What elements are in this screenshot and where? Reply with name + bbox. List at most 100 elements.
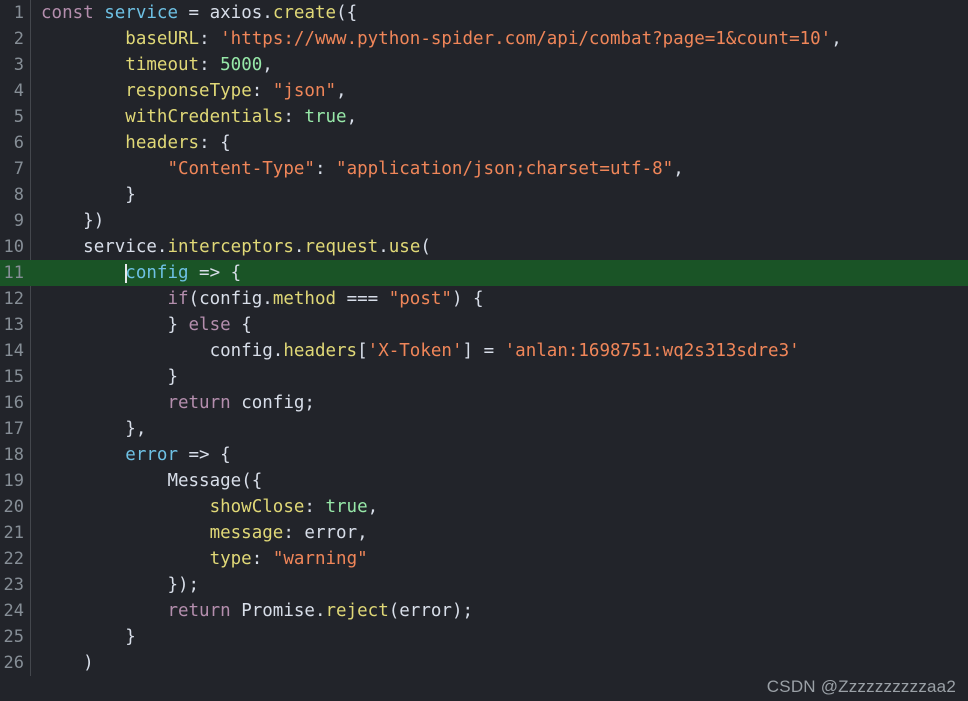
code-line-highlighted[interactable]: 11 config => { bbox=[0, 260, 968, 286]
code-line[interactable]: 10 service.interceptors.request.use( bbox=[0, 234, 968, 260]
code-line[interactable]: 13 } else { bbox=[0, 312, 968, 338]
code-line[interactable]: 1 const service = axios.create({ bbox=[0, 0, 968, 26]
line-content[interactable]: config => { bbox=[31, 260, 968, 286]
line-content[interactable]: } bbox=[31, 624, 968, 650]
line-content[interactable]: Message({ bbox=[31, 468, 968, 494]
line-content[interactable]: withCredentials: true, bbox=[31, 104, 968, 130]
token-identifier: config; bbox=[230, 393, 315, 413]
line-content[interactable]: type: "warning" bbox=[31, 546, 968, 572]
token-dot: . bbox=[272, 341, 284, 361]
code-line[interactable]: 3 timeout: 5000, bbox=[0, 52, 968, 78]
line-content[interactable]: }); bbox=[31, 572, 968, 598]
token-punct: ({ bbox=[336, 3, 358, 23]
line-number: 7 bbox=[13, 159, 24, 179]
line-number: 10 bbox=[3, 237, 24, 257]
line-content[interactable]: showClose: true, bbox=[31, 494, 968, 520]
token-parameter: config bbox=[125, 263, 189, 283]
token-punct: } bbox=[167, 367, 178, 387]
line-number: 4 bbox=[13, 81, 24, 101]
line-content[interactable]: ) bbox=[31, 650, 968, 676]
token-boolean: true bbox=[325, 497, 368, 517]
code-line[interactable]: 6 headers: { bbox=[0, 130, 968, 156]
token-object: axios bbox=[209, 3, 263, 23]
token-bracket: [ bbox=[357, 341, 368, 361]
line-content[interactable]: return config; bbox=[31, 390, 968, 416]
code-line[interactable]: 17 }, bbox=[0, 416, 968, 442]
line-content[interactable]: } bbox=[31, 364, 968, 390]
line-content[interactable]: return Promise.reject(error); bbox=[31, 598, 968, 624]
line-content[interactable]: error => { bbox=[31, 442, 968, 468]
token-key: timeout bbox=[125, 55, 200, 75]
token-punct: , bbox=[357, 523, 368, 543]
code-line[interactable]: 8 } bbox=[0, 182, 968, 208]
code-line[interactable]: 24 return Promise.reject(error); bbox=[0, 598, 968, 624]
code-line[interactable]: 25 } bbox=[0, 624, 968, 650]
line-content[interactable]: headers: { bbox=[31, 130, 968, 156]
token-key: baseURL bbox=[125, 29, 200, 49]
token-brace: } bbox=[167, 315, 189, 335]
token-bracket: ] bbox=[462, 341, 474, 361]
token-parameter: error bbox=[125, 445, 178, 465]
line-content[interactable]: service.interceptors.request.use( bbox=[31, 234, 968, 260]
code-line[interactable]: 21 message: error, bbox=[0, 520, 968, 546]
token-keyword: return bbox=[167, 601, 231, 621]
line-content[interactable]: responseType: "json", bbox=[31, 78, 968, 104]
token-key: type bbox=[209, 549, 252, 569]
code-line[interactable]: 16 return config; bbox=[0, 390, 968, 416]
line-content[interactable]: }) bbox=[31, 208, 968, 234]
code-line[interactable]: 12 if(config.method === "post") { bbox=[0, 286, 968, 312]
code-line[interactable]: 19 Message({ bbox=[0, 468, 968, 494]
line-content[interactable]: if(config.method === "post") { bbox=[31, 286, 968, 312]
line-content[interactable]: } else { bbox=[31, 312, 968, 338]
line-content[interactable]: } bbox=[31, 182, 968, 208]
code-line[interactable]: 4 responseType: "json", bbox=[0, 78, 968, 104]
line-number: 9 bbox=[13, 211, 24, 231]
line-number: 17 bbox=[3, 419, 24, 439]
token-property: headers bbox=[283, 341, 358, 361]
line-number: 15 bbox=[3, 367, 24, 387]
code-line[interactable]: 9 }) bbox=[0, 208, 968, 234]
line-content[interactable]: timeout: 5000, bbox=[31, 52, 968, 78]
code-line[interactable]: 15 } bbox=[0, 364, 968, 390]
token-operator: = bbox=[178, 3, 210, 23]
code-line[interactable]: 18 error => { bbox=[0, 442, 968, 468]
line-number: 20 bbox=[3, 497, 24, 517]
code-line[interactable]: 14 config.headers['X-Token'] = 'anlan:16… bbox=[0, 338, 968, 364]
code-line[interactable]: 22 type: "warning" bbox=[0, 546, 968, 572]
token-keyword: if bbox=[167, 289, 189, 309]
line-content[interactable]: message: error, bbox=[31, 520, 968, 546]
code-line[interactable]: 5 withCredentials: true, bbox=[0, 104, 968, 130]
code-lines-container[interactable]: 1 const service = axios.create({ 2 baseU… bbox=[0, 0, 968, 701]
line-content[interactable]: const service = axios.create({ bbox=[31, 0, 968, 26]
line-number: 1 bbox=[13, 3, 24, 23]
token-punct: , bbox=[831, 29, 842, 49]
line-content[interactable]: "Content-Type": "application/json;charse… bbox=[31, 156, 968, 182]
token-keyword: const bbox=[41, 3, 94, 23]
code-line[interactable]: 23 }); bbox=[0, 572, 968, 598]
line-content[interactable]: baseURL: 'https://www.python-spider.com/… bbox=[31, 26, 968, 52]
line-number: 26 bbox=[3, 653, 24, 673]
token-operator: === bbox=[336, 289, 389, 309]
line-number: 18 bbox=[3, 445, 24, 465]
token-operator: = bbox=[473, 341, 505, 361]
line-number: 11 bbox=[3, 263, 24, 283]
token-dot: . bbox=[293, 237, 305, 257]
code-editor[interactable]: 1 const service = axios.create({ 2 baseU… bbox=[0, 0, 968, 701]
token-key: headers bbox=[125, 133, 200, 153]
code-line[interactable]: 7 "Content-Type": "application/json;char… bbox=[0, 156, 968, 182]
code-line[interactable]: 26 ) bbox=[0, 650, 968, 676]
code-line[interactable]: 2 baseURL: 'https://www.python-spider.co… bbox=[0, 26, 968, 52]
code-line[interactable]: 20 showClose: true, bbox=[0, 494, 968, 520]
line-content[interactable]: config.headers['X-Token'] = 'anlan:16987… bbox=[31, 338, 968, 364]
token-punct: }); bbox=[167, 575, 200, 595]
line-content[interactable]: }, bbox=[31, 416, 968, 442]
token-punct: }) bbox=[83, 211, 105, 231]
